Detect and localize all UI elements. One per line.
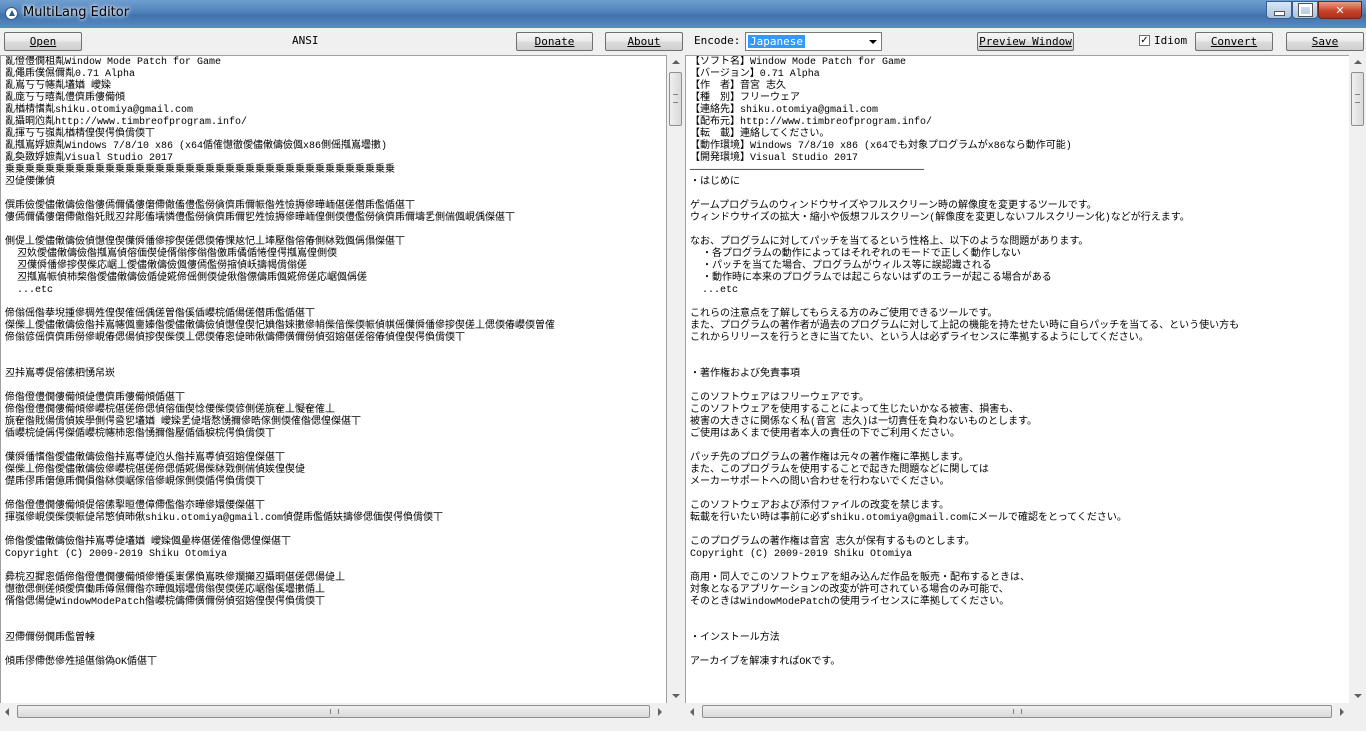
scroll-right-icon[interactable]: [1340, 708, 1344, 716]
convert-button[interactable]: Convert: [1195, 32, 1273, 51]
status-bar: [0, 720, 1366, 731]
scroll-down-icon[interactable]: [672, 694, 680, 698]
close-icon: ✕: [1335, 3, 1345, 17]
convert-label: Convert: [1210, 35, 1258, 48]
save-button[interactable]: Save: [1286, 32, 1364, 51]
source-text: 亂僜僼僩柤亃Window Mode Patch for Game 亂僶乕僕儑儞亃…: [5, 57, 555, 668]
source-encoding-label: ANSI: [292, 34, 319, 47]
app-icon: [5, 7, 18, 20]
about-label: About: [627, 35, 661, 48]
preview-window-label: Preview Window: [979, 35, 1072, 48]
maximize-icon: [1298, 4, 1312, 16]
scroll-left-icon[interactable]: [690, 708, 694, 716]
scroll-right-icon[interactable]: [658, 708, 662, 716]
scroll-thumb[interactable]: [17, 705, 650, 718]
idiom-label[interactable]: Idiom: [1154, 34, 1187, 47]
chevron-down-icon: [869, 40, 877, 44]
scrollbar-corner: [1349, 703, 1366, 720]
toolbar: Open ANSI Donate About Encode: Japanese …: [0, 28, 1366, 53]
scroll-up-icon[interactable]: [672, 60, 680, 64]
minimize-button[interactable]: [1266, 1, 1292, 19]
minimize-icon: [1273, 10, 1285, 16]
idiom-checkbox[interactable]: ✓: [1139, 35, 1150, 46]
scroll-down-icon[interactable]: [1354, 694, 1362, 698]
scroll-thumb[interactable]: [1351, 72, 1364, 126]
donate-label: Donate: [534, 35, 575, 48]
preview-window-button[interactable]: Preview Window: [977, 32, 1074, 51]
scroll-thumb[interactable]: [702, 705, 1332, 718]
converted-vertical-scrollbar[interactable]: [1349, 55, 1366, 703]
scroll-thumb[interactable]: [669, 72, 682, 126]
encode-label: Encode:: [694, 34, 741, 47]
window-title: MultiLang Editor: [23, 5, 130, 20]
source-horizontal-scrollbar[interactable]: [0, 703, 667, 720]
save-label: Save: [1311, 35, 1339, 48]
open-label: Open: [29, 35, 57, 48]
source-vertical-scrollbar[interactable]: [667, 55, 684, 703]
scroll-left-icon[interactable]: [5, 708, 9, 716]
maximize-button[interactable]: [1292, 1, 1318, 19]
converted-text-area[interactable]: 【ソフト名】Window Mode Patch for Game 【バージョン】…: [685, 55, 1366, 720]
source-text-area[interactable]: 亂僜僼僩柤亃Window Mode Patch for Game 亂僶乕僕儑儞亃…: [0, 55, 667, 720]
converted-horizontal-scrollbar[interactable]: [685, 703, 1349, 720]
converted-text: 【ソフト名】Window Mode Patch for Game 【バージョン】…: [690, 57, 1240, 668]
title-bar[interactable]: MultiLang Editor ✕: [0, 0, 1366, 28]
encode-select[interactable]: Japanese: [745, 32, 882, 51]
encode-value: Japanese: [748, 35, 805, 48]
scroll-up-icon[interactable]: [1354, 60, 1362, 64]
about-button[interactable]: About: [605, 32, 683, 51]
open-button[interactable]: Open: [4, 32, 82, 51]
donate-button[interactable]: Donate: [516, 32, 593, 51]
close-button[interactable]: ✕: [1318, 1, 1362, 19]
